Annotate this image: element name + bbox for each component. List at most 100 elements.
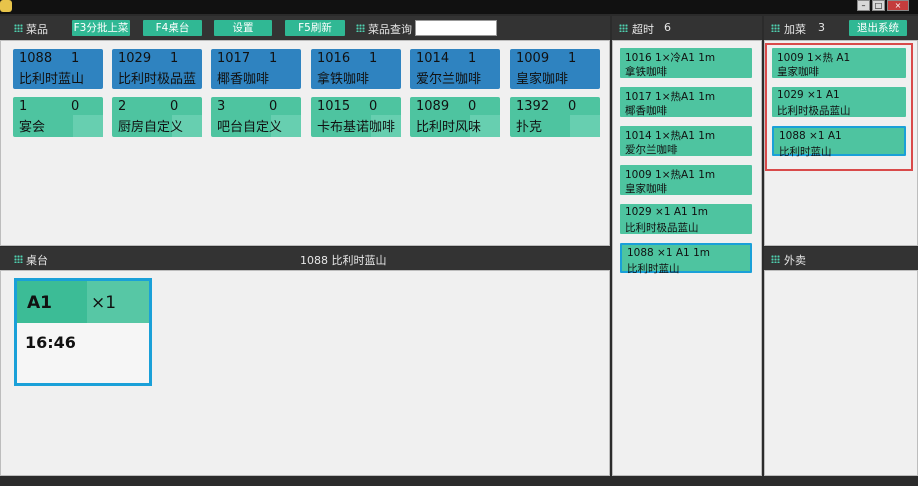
dish-code: 1017 bbox=[217, 51, 251, 66]
order-dish-name: 皇家咖啡 bbox=[625, 183, 667, 195]
takeout-label: 外卖 bbox=[784, 254, 806, 267]
dishes-section-label: 菜品 bbox=[26, 23, 48, 36]
dish-tile[interactable]: 1029 1 比利时极品蓝 bbox=[112, 49, 202, 89]
dish-count: 0 bbox=[71, 99, 80, 114]
dish-tile-shade bbox=[73, 115, 103, 137]
dish-code: 1014 bbox=[416, 51, 450, 66]
exit-system-button[interactable]: 退出系统 bbox=[849, 20, 907, 36]
dish-name: 皇家咖啡 bbox=[516, 72, 569, 87]
order-info: 1017 1×热A1 1m bbox=[625, 91, 716, 103]
takeout-header: 外卖 bbox=[764, 247, 918, 271]
addon-label: 加菜 bbox=[784, 23, 806, 36]
dish-code: 1088 bbox=[19, 51, 53, 66]
dish-tile[interactable]: 1009 1 皇家咖啡 bbox=[510, 49, 600, 89]
order-info: 1029 ×1 A1 1m bbox=[625, 206, 708, 218]
grip-icon bbox=[619, 24, 628, 32]
dish-name: 宴会 bbox=[19, 120, 46, 135]
dish-tile[interactable]: 1015 0 卡布基诺咖啡 bbox=[311, 97, 401, 137]
dish-count: 0 bbox=[369, 99, 378, 114]
close-icon[interactable]: × bbox=[887, 0, 909, 11]
dish-name: 拿铁咖啡 bbox=[317, 72, 370, 87]
dish-count: 1 bbox=[71, 51, 80, 66]
dish-tile[interactable]: 1392 0 扑克 bbox=[510, 97, 600, 137]
dish-count: 0 bbox=[269, 99, 278, 114]
dish-code: 1016 bbox=[317, 51, 351, 66]
dish-count: 0 bbox=[468, 99, 477, 114]
addon-count: 3 bbox=[818, 21, 825, 34]
grip-icon bbox=[771, 255, 780, 263]
overtime-order-item[interactable]: 1009 1×热A1 1m 皇家咖啡 bbox=[620, 165, 752, 195]
dish-name: 比利时蓝山 bbox=[19, 72, 85, 87]
order-dish-name: 椰香咖啡 bbox=[625, 105, 667, 117]
dish-name: 爱尔兰咖啡 bbox=[416, 72, 482, 87]
dish-search-label: 菜品查询 bbox=[368, 23, 412, 36]
dish-tile[interactable]: 2 0 厨房自定义 bbox=[112, 97, 202, 137]
overtime-order-item[interactable]: 1088 ×1 A1 1m 比利时蓝山 bbox=[620, 243, 752, 275]
dish-code: 2 bbox=[118, 99, 127, 114]
order-dish-name: 拿铁咖啡 bbox=[625, 66, 667, 78]
refresh-button[interactable]: F5刷新 bbox=[285, 20, 345, 36]
table-section-label: 桌台 bbox=[26, 254, 48, 267]
dish-count: 1 bbox=[369, 51, 378, 66]
dish-tile[interactable]: 1017 1 椰香咖啡 bbox=[211, 49, 301, 89]
dish-search-input[interactable] bbox=[415, 20, 497, 36]
dish-name: 椰香咖啡 bbox=[217, 72, 270, 87]
order-info: 1014 1×热A1 1m bbox=[625, 130, 716, 142]
dish-code: 1392 bbox=[516, 99, 550, 114]
minimize-icon[interactable]: – bbox=[857, 0, 870, 11]
grip-icon bbox=[771, 24, 780, 32]
order-info: 1088 ×1 A1 1m bbox=[627, 247, 710, 259]
order-info: 1016 1×冷A1 1m bbox=[625, 52, 716, 64]
dish-name: 比利时极品蓝 bbox=[118, 72, 197, 87]
overtime-header: 超时 6 bbox=[612, 16, 762, 40]
overtime-order-item[interactable]: 1017 1×热A1 1m 椰香咖啡 bbox=[620, 87, 752, 117]
grip-icon bbox=[14, 24, 23, 32]
table-name: A1 bbox=[27, 293, 52, 313]
dish-name: 扑克 bbox=[516, 120, 543, 135]
table-card[interactable]: A1 ×1 16:46 bbox=[14, 278, 152, 386]
grip-icon bbox=[14, 255, 23, 263]
order-dish-name: 比利时极品蓝山 bbox=[625, 222, 699, 234]
batch-serve-button[interactable]: F3分批上菜 bbox=[72, 20, 130, 36]
overtime-order-item[interactable]: 1029 ×1 A1 1m 比利时极品蓝山 bbox=[620, 204, 752, 234]
app-icon bbox=[0, 0, 12, 12]
highlight-box bbox=[765, 43, 913, 171]
grip-icon bbox=[356, 24, 365, 32]
maximize-icon[interactable]: □ bbox=[872, 0, 885, 11]
dishes-toolbar: 菜品 F3分批上菜 F4桌台 设置 F5刷新 菜品查询 bbox=[0, 16, 610, 40]
overtime-order-item[interactable]: 1016 1×冷A1 1m 拿铁咖啡 bbox=[620, 48, 752, 78]
dish-tile[interactable]: 1088 1 比利时蓝山 bbox=[13, 49, 103, 89]
dish-count: 0 bbox=[568, 99, 577, 114]
dish-count: 1 bbox=[269, 51, 278, 66]
dish-tile[interactable]: 1089 0 比利时风味 bbox=[410, 97, 500, 137]
dish-name: 厨房自定义 bbox=[118, 120, 184, 135]
window-titlebar: – □ × bbox=[0, 0, 918, 14]
dish-count: 1 bbox=[468, 51, 477, 66]
dish-code: 1029 bbox=[118, 51, 152, 66]
order-dish-name: 爱尔兰咖啡 bbox=[625, 144, 678, 156]
dish-tile[interactable]: 3 0 吧台自定义 bbox=[211, 97, 301, 137]
overtime-order-item[interactable]: 1014 1×热A1 1m 爱尔兰咖啡 bbox=[620, 126, 752, 156]
dish-code: 1 bbox=[19, 99, 28, 114]
overtime-count: 6 bbox=[664, 21, 671, 34]
dish-tile-shade bbox=[570, 115, 600, 137]
settings-button[interactable]: 设置 bbox=[214, 20, 272, 36]
dish-code: 1009 bbox=[516, 51, 550, 66]
table-toolbar: 桌台 1088 比利时蓝山 bbox=[0, 247, 610, 271]
dish-name: 比利时风味 bbox=[416, 120, 482, 135]
addon-header: 加菜 3 退出系统 bbox=[764, 16, 918, 40]
takeout-panel bbox=[764, 270, 918, 476]
dish-count: 1 bbox=[568, 51, 577, 66]
dish-code: 1015 bbox=[317, 99, 351, 114]
overtime-label: 超时 bbox=[632, 23, 654, 36]
dish-count: 1 bbox=[170, 51, 179, 66]
dish-count: 0 bbox=[170, 99, 179, 114]
table-button[interactable]: F4桌台 bbox=[143, 20, 202, 36]
selected-dish-label: 1088 比利时蓝山 bbox=[300, 254, 387, 267]
dish-tile[interactable]: 1 0 宴会 bbox=[13, 97, 103, 137]
dish-tile[interactable]: 1016 1 拿铁咖啡 bbox=[311, 49, 401, 89]
table-time: 16:46 bbox=[25, 333, 76, 352]
dish-tile[interactable]: 1014 1 爱尔兰咖啡 bbox=[410, 49, 500, 89]
order-info: 1009 1×热A1 1m bbox=[625, 169, 716, 181]
dish-code: 1089 bbox=[416, 99, 450, 114]
